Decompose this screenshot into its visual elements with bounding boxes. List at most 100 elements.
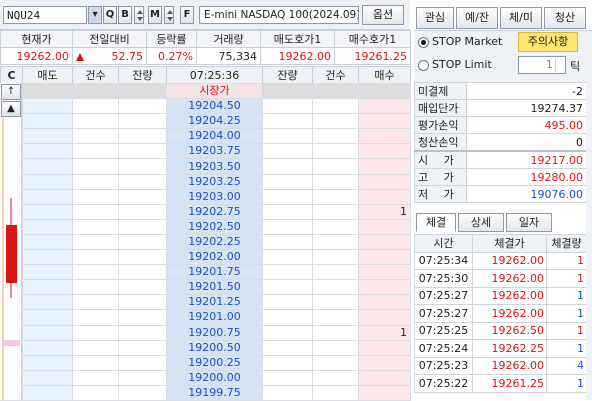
warning-button[interactable]: 주의사항 bbox=[518, 32, 578, 52]
buy-order-cell[interactable]: 1 bbox=[358, 324, 411, 341]
sell-order-cell[interactable] bbox=[22, 369, 73, 386]
price-cell[interactable]: 19200.75 bbox=[166, 324, 263, 341]
sell-order-cell[interactable] bbox=[22, 279, 73, 296]
stop-limit-radio[interactable] bbox=[418, 60, 429, 71]
price-cell[interactable]: 19203.75 bbox=[166, 143, 263, 160]
trade-row: 07:25:25 19262.50 1 bbox=[414, 321, 587, 340]
buy-order-cell[interactable]: 1 bbox=[358, 203, 411, 220]
tab-fills[interactable]: 체/미 bbox=[500, 7, 542, 29]
m-button[interactable]: M bbox=[148, 6, 162, 24]
stop-market-radio[interactable] bbox=[418, 37, 429, 48]
tick-input[interactable]: 1 bbox=[518, 56, 566, 74]
price-cell[interactable]: 19203.00 bbox=[166, 188, 263, 205]
header-buy-qty: 잔량 bbox=[262, 66, 313, 84]
symbol-search-button[interactable]: Q bbox=[103, 6, 117, 24]
tab-trades[interactable]: 체결 bbox=[416, 213, 456, 232]
buy-order-cell[interactable] bbox=[358, 158, 411, 175]
buy-order-cell[interactable] bbox=[358, 188, 411, 205]
price-cell[interactable]: 19202.75 bbox=[166, 203, 263, 220]
price-cell[interactable]: 19203.50 bbox=[166, 158, 263, 175]
buy-order-cell[interactable] bbox=[358, 294, 411, 311]
f-button[interactable]: F bbox=[180, 6, 194, 24]
price-cell[interactable]: 19204.00 bbox=[166, 128, 263, 145]
b-spin-button[interactable] bbox=[134, 6, 144, 24]
info-value: 0 bbox=[466, 133, 587, 152]
sell-order-cell[interactable] bbox=[22, 309, 73, 326]
buy-order-cell[interactable] bbox=[358, 264, 411, 281]
price-cell[interactable]: 19201.25 bbox=[166, 294, 263, 311]
buy-order-cell[interactable] bbox=[358, 82, 411, 100]
sell-order-cell[interactable] bbox=[22, 173, 73, 190]
symbol-input[interactable]: NQU24 bbox=[3, 6, 87, 24]
sell-qty-cell bbox=[118, 264, 167, 281]
buy-qty-cell bbox=[262, 128, 313, 145]
price-cell[interactable]: 19201.50 bbox=[166, 279, 263, 296]
price-cell[interactable]: 19201.75 bbox=[166, 264, 263, 281]
sell-order-cell[interactable] bbox=[22, 203, 73, 220]
tab-daily[interactable]: 일자 bbox=[506, 213, 552, 232]
sell-order-cell[interactable] bbox=[22, 188, 73, 205]
sell-order-cell[interactable] bbox=[22, 143, 73, 160]
m-spin-button[interactable] bbox=[164, 6, 174, 24]
sell-order-cell[interactable] bbox=[22, 158, 73, 175]
scroll-up-arrow-button[interactable]: ↑ bbox=[1, 84, 21, 100]
sell-order-cell[interactable] bbox=[22, 82, 73, 100]
sell-order-cell[interactable] bbox=[22, 233, 73, 251]
buy-order-cell[interactable] bbox=[358, 249, 411, 266]
buy-order-cell[interactable] bbox=[358, 98, 411, 115]
c-button[interactable]: C bbox=[0, 66, 23, 84]
buy-order-cell[interactable] bbox=[358, 113, 411, 130]
price-cell[interactable]: 19202.25 bbox=[166, 233, 263, 251]
buy-order-cell[interactable] bbox=[358, 369, 411, 386]
sell-order-cell[interactable] bbox=[22, 249, 73, 266]
quote-table: 현재가 전일대비 등락률 거래량 매도호가1 매수호가1 19262.00 52… bbox=[0, 30, 411, 65]
buy-order-cell[interactable] bbox=[358, 143, 411, 160]
buy-order-cell[interactable] bbox=[358, 339, 411, 356]
price-cell[interactable]: 19204.25 bbox=[166, 113, 263, 130]
buy-order-cell[interactable] bbox=[358, 279, 411, 296]
sell-order-cell[interactable] bbox=[22, 384, 73, 401]
buy-order-cell[interactable] bbox=[358, 218, 411, 235]
sell-order-cell[interactable] bbox=[22, 324, 73, 341]
sell-order-cell[interactable] bbox=[22, 128, 73, 145]
buy-order-cell[interactable] bbox=[358, 309, 411, 326]
buy-count-cell bbox=[312, 264, 359, 281]
right-scrollbar[interactable] bbox=[586, 82, 592, 400]
tab-detail[interactable]: 상세 bbox=[458, 213, 504, 232]
trade-time: 07:25:22 bbox=[414, 374, 473, 393]
buy-order-cell[interactable] bbox=[358, 384, 411, 401]
price-cell[interactable]: 19204.50 bbox=[166, 98, 263, 115]
sell-order-cell[interactable] bbox=[22, 264, 73, 281]
sell-order-cell[interactable] bbox=[22, 294, 73, 311]
tick-spinner[interactable] bbox=[555, 58, 564, 72]
sell-order-cell[interactable] bbox=[22, 339, 73, 356]
buy-order-cell[interactable] bbox=[358, 128, 411, 145]
sell-qty-cell bbox=[118, 128, 167, 145]
tab-watchlist[interactable]: 관심 bbox=[416, 7, 454, 29]
sell-qty-cell bbox=[118, 369, 167, 386]
header-time: 시간 bbox=[414, 234, 473, 253]
symbol-dropdown-button[interactable]: ▾ bbox=[88, 6, 102, 24]
tick-unit-label: 틱 bbox=[570, 60, 581, 73]
options-button[interactable]: 옵션 bbox=[362, 5, 404, 25]
buy-order-cell[interactable] bbox=[358, 173, 411, 190]
sell-order-cell[interactable] bbox=[22, 98, 73, 115]
tab-liquidation[interactable]: 청산 bbox=[544, 7, 586, 29]
price-cell[interactable]: 19202.50 bbox=[166, 218, 263, 235]
price-cell[interactable]: 19200.50 bbox=[166, 339, 263, 356]
sell-order-cell[interactable] bbox=[22, 354, 73, 371]
buy-order-cell[interactable] bbox=[358, 233, 411, 251]
price-cell[interactable]: 19200.00 bbox=[166, 369, 263, 386]
b-button[interactable]: B bbox=[118, 6, 132, 24]
price-cell[interactable]: 19201.00 bbox=[166, 309, 263, 326]
sell-order-cell[interactable] bbox=[22, 113, 73, 130]
price-cell[interactable]: 19200.25 bbox=[166, 354, 263, 371]
tab-balance[interactable]: 예/잔 bbox=[456, 7, 498, 29]
price-cell[interactable]: 19202.00 bbox=[166, 249, 263, 266]
sell-order-cell[interactable] bbox=[22, 218, 73, 235]
price-cell[interactable]: 19199.75 bbox=[166, 384, 263, 401]
buy-order-cell[interactable] bbox=[358, 354, 411, 371]
price-cell[interactable]: 19203.25 bbox=[166, 173, 263, 190]
market-price-cell[interactable]: 시장가 bbox=[166, 82, 263, 100]
scroll-top-triangle-button[interactable]: ▲ bbox=[1, 101, 21, 117]
